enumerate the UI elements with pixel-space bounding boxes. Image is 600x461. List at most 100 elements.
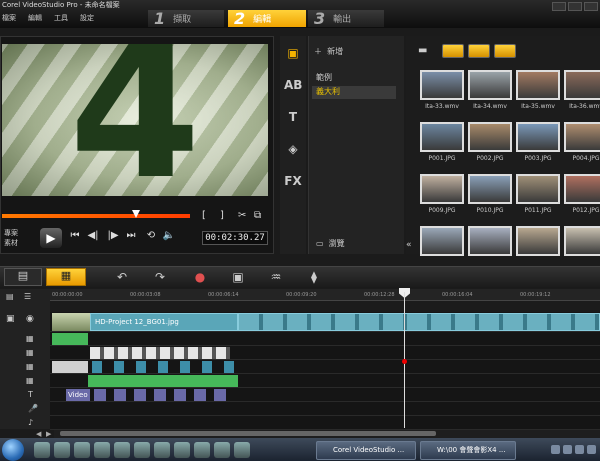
title-clip[interactable] (214, 389, 226, 401)
video-clip-background[interactable]: HD-Project 12_BG01.jpg (90, 313, 238, 331)
scroll-left-icon[interactable]: ◀ (36, 430, 41, 438)
media-thumbnail[interactable] (516, 122, 560, 152)
media-thumbnail[interactable] (468, 226, 512, 256)
taskbar-app-icon[interactable] (134, 442, 150, 458)
overlay-clip[interactable] (224, 361, 234, 373)
scrubber-track[interactable] (2, 210, 190, 218)
menu-tools[interactable]: 工具 (54, 13, 68, 25)
media-thumbnail[interactable] (420, 122, 464, 152)
browse-button[interactable]: ▭ 瀏覽 (316, 238, 345, 249)
menu-edit[interactable]: 編輯 (28, 13, 42, 25)
taskbar-window-folder[interactable]: W:\00 會聲會影X4 ... (420, 441, 516, 460)
redo-icon[interactable]: ↷ (150, 270, 170, 284)
menu-file[interactable]: 檔案 (2, 13, 16, 25)
overlay-clip[interactable] (202, 361, 212, 373)
overlay-clip[interactable] (158, 361, 168, 373)
overlay-clip-photos[interactable] (90, 347, 230, 359)
title-clip[interactable] (114, 389, 126, 401)
collapse-icon[interactable]: « (406, 240, 412, 250)
taskbar-window-videostudio[interactable]: Corel VideoStudio ... (316, 441, 416, 460)
overlay-track-icon[interactable]: ▦ (26, 348, 34, 357)
taskbar-app-icon[interactable] (234, 442, 250, 458)
overlay-clip[interactable] (180, 361, 190, 373)
mix-tool-icon[interactable]: ⧫ (304, 270, 324, 284)
repeat-icon[interactable]: ⟲ (144, 230, 158, 241)
taskbar-app-icon[interactable] (174, 442, 190, 458)
media-library-icon[interactable]: ▣ (284, 46, 302, 62)
graphic-library-icon[interactable]: ◈ (284, 142, 302, 158)
volume-icon[interactable]: 🔈 (162, 230, 176, 241)
media-thumbnail[interactable] (516, 174, 560, 204)
overlay-clip[interactable] (136, 361, 146, 373)
scroll-right-icon[interactable]: ▶ (46, 430, 51, 438)
mark-in-icon[interactable]: [ (202, 210, 206, 221)
overlay-clip[interactable] (92, 361, 102, 373)
music-track-icon[interactable]: ♪ (28, 418, 33, 427)
media-thumbnail[interactable] (468, 122, 512, 152)
folder-item-italy[interactable]: 義大利 (312, 86, 396, 99)
enlarge-preview-icon[interactable]: ⧉ (254, 210, 261, 221)
chapter-point-icon[interactable]: ☰ (24, 292, 31, 301)
taskbar-app-icon[interactable] (114, 442, 130, 458)
video-track-toggle-icon[interactable]: ◉ (26, 314, 34, 324)
title-clip[interactable] (134, 389, 146, 401)
taskbar-app-icon[interactable] (34, 442, 50, 458)
title-track-icon[interactable]: T (28, 390, 33, 399)
split-clip-icon[interactable]: ✂ (238, 210, 246, 221)
voice-track-icon[interactable]: 🎤 (28, 404, 38, 413)
overlay-clip[interactable] (114, 361, 124, 373)
title-library-icon[interactable]: T (284, 110, 302, 126)
video-clip-sequence[interactable] (238, 313, 600, 331)
taskbar-app-icon[interactable] (54, 442, 70, 458)
show-photo-tab[interactable] (468, 44, 490, 58)
title-clip[interactable] (174, 389, 186, 401)
show-video-tab[interactable] (442, 44, 464, 58)
overlay-track-icon[interactable]: ▦ (26, 334, 34, 343)
timecode-display[interactable]: 00:02:30.27 (202, 231, 268, 245)
media-thumbnail[interactable] (564, 122, 600, 152)
end-icon[interactable]: ⏭ (124, 230, 138, 241)
media-thumbnail[interactable] (468, 70, 512, 100)
minimize-icon[interactable] (552, 2, 566, 11)
overlay-track-icon[interactable]: ▦ (26, 362, 34, 371)
overlay-track-icon[interactable]: ▦ (26, 376, 34, 385)
home-icon[interactable]: ⏮ (68, 230, 82, 241)
overlay-clip-green[interactable] (88, 375, 238, 387)
play-button[interactable]: ▶ (40, 228, 62, 248)
step-capture-tab[interactable]: 1 擷取 (148, 9, 224, 28)
media-thumbnail[interactable] (564, 226, 600, 256)
taskbar-app-icon[interactable] (194, 442, 210, 458)
taskbar-app-icon[interactable] (154, 442, 170, 458)
filter-library-icon[interactable]: FX (284, 174, 302, 190)
tray-icon[interactable] (551, 445, 560, 454)
step-share-tab[interactable]: 3 輸出 (308, 9, 384, 28)
video-track-icon[interactable]: ▣ (6, 314, 15, 324)
media-thumbnail[interactable] (564, 174, 600, 204)
add-folder-button[interactable]: ＋ 新增 (314, 46, 343, 57)
play-mode-label[interactable]: 專案 素材 (4, 228, 18, 248)
taskbar-app-icon[interactable] (74, 442, 90, 458)
media-thumbnail[interactable] (468, 174, 512, 204)
tray-icon[interactable] (575, 445, 584, 454)
transition-library-icon[interactable]: AB (284, 78, 302, 94)
storyboard-view-button[interactable]: ▤ (4, 268, 42, 286)
start-button[interactable] (2, 439, 24, 461)
step-edit-tab[interactable]: 2 編輯 (228, 9, 306, 28)
show-audio-tab[interactable] (494, 44, 516, 58)
auto-music-icon[interactable]: ♒ (266, 270, 286, 284)
title-clip[interactable]: Video (66, 389, 90, 401)
folder-item-sample[interactable]: 範例 (312, 72, 396, 84)
folder-icon[interactable]: ▬ (418, 45, 427, 56)
title-clip[interactable] (194, 389, 206, 401)
timeline-scrollbar-thumb[interactable] (60, 431, 436, 436)
media-thumbnail[interactable] (564, 70, 600, 100)
audio-clip[interactable] (52, 333, 88, 345)
video-clip-countdown[interactable] (52, 313, 90, 331)
media-thumbnail[interactable] (516, 226, 560, 256)
menu-settings[interactable]: 設定 (80, 13, 94, 25)
next-frame-icon[interactable]: |▶ (106, 230, 120, 241)
undo-icon[interactable]: ↶ (112, 270, 132, 284)
title-clip[interactable] (154, 389, 166, 401)
media-thumbnail[interactable] (516, 70, 560, 100)
taskbar-app-icon[interactable] (94, 442, 110, 458)
